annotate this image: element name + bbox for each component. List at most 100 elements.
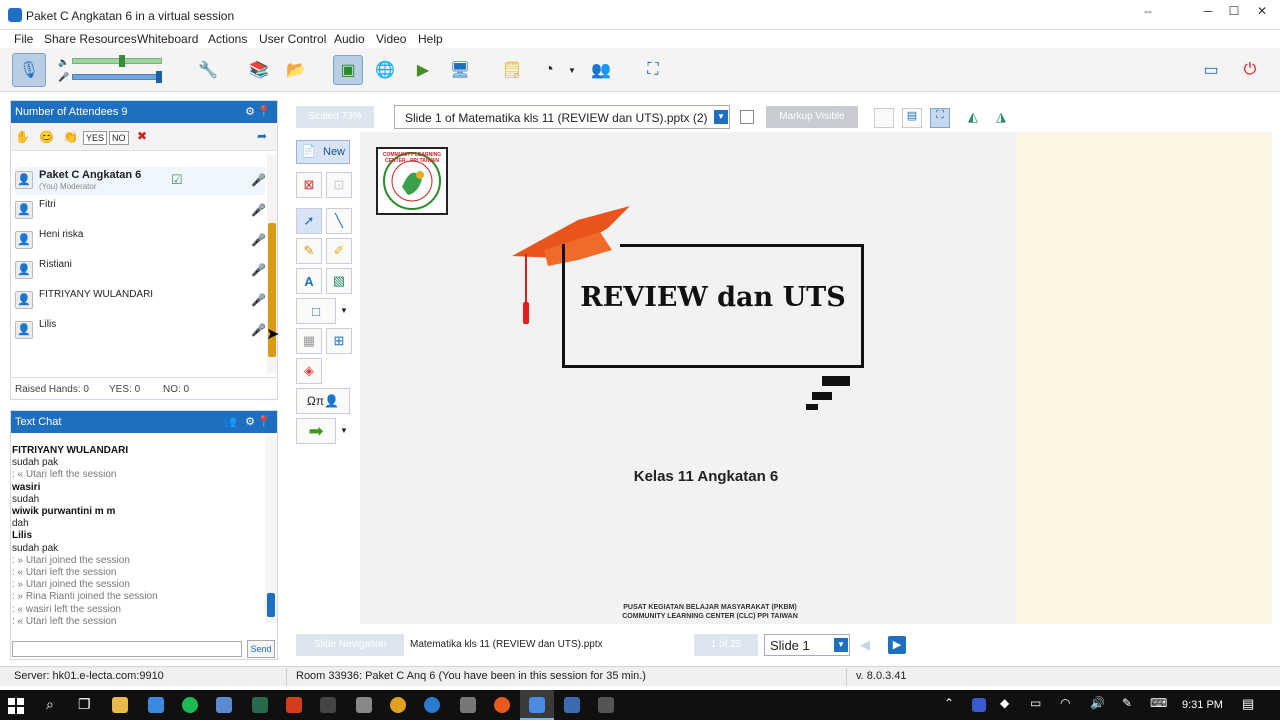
grid-icon[interactable]: ▦: [296, 328, 322, 354]
pencil-icon[interactable]: ✎: [296, 238, 322, 264]
slide-select[interactable]: Slide 1 of Matematika kls 11 (REVIEW dan…: [394, 105, 730, 129]
firefox-icon[interactable]: [494, 697, 510, 713]
maximize-button[interactable]: ☐: [1220, 0, 1248, 22]
app-icon[interactable]: [252, 697, 268, 713]
mic-volume-thumb[interactable]: [156, 71, 162, 83]
windows-start-icon[interactable]: [8, 698, 24, 714]
volume-icon[interactable]: 🔊: [1090, 696, 1105, 710]
tray-app-icon[interactable]: [972, 698, 986, 712]
app-icon[interactable]: [286, 697, 302, 713]
microphone-icon[interactable]: 🎤: [251, 233, 266, 247]
attendee-row[interactable]: 👤 Heni riska 🎤: [15, 227, 266, 255]
app-icon[interactable]: [320, 697, 336, 713]
chat-input[interactable]: [12, 641, 242, 657]
video-camera-icon[interactable]: ▶: [408, 55, 438, 85]
microphone-icon[interactable]: 🎤: [251, 323, 266, 337]
pointer-icon[interactable]: ➚: [296, 208, 322, 234]
clear-status-icon[interactable]: ✖: [137, 129, 147, 143]
fullscreen-icon[interactable]: ⛶: [638, 55, 668, 85]
no-button[interactable]: NO: [109, 131, 129, 145]
app-icon[interactable]: [356, 697, 372, 713]
minimize-button[interactable]: ─: [1194, 0, 1222, 22]
notification-icon[interactable]: ▤: [1242, 696, 1254, 712]
wifi-icon[interactable]: ◠: [1060, 696, 1070, 710]
microphone-icon[interactable]: 🎤: [251, 293, 266, 307]
highlighter-icon[interactable]: ✐: [326, 238, 352, 264]
app-icon[interactable]: [460, 697, 476, 713]
chevron-down-icon[interactable]: ▼: [340, 306, 348, 315]
attendee-row[interactable]: 👤 Lilis 🎤: [15, 317, 266, 345]
speaker-volume-slider[interactable]: [72, 58, 162, 64]
keyboard-icon[interactable]: ⌨: [1150, 696, 1167, 710]
next-slide-icon[interactable]: ▶: [888, 636, 906, 654]
menu-user-control[interactable]: User Control: [259, 32, 326, 46]
attendee-row[interactable]: 👤 Paket C Angkatan 6 (You) Moderator ☑ 🎤: [15, 167, 266, 195]
app-icon[interactable]: [148, 697, 164, 713]
poll-chart-icon[interactable]: ◔: [534, 55, 564, 85]
microphone-icon[interactable]: 🎤: [251, 203, 266, 217]
menu-help[interactable]: Help: [418, 32, 443, 46]
arrow-tool-icon[interactable]: ➡: [296, 418, 336, 444]
raise-hand-icon[interactable]: ✋: [15, 130, 30, 144]
eraser-icon[interactable]: ◈: [296, 358, 322, 384]
chrome-icon[interactable]: [390, 697, 406, 713]
previous-slide-icon[interactable]: ◀: [860, 637, 870, 653]
send-button[interactable]: Send: [247, 640, 275, 658]
clock[interactable]: 9:31 PM: [1182, 699, 1223, 711]
yes-button[interactable]: YES: [83, 131, 108, 145]
share-arrow-icon[interactable]: ➦: [257, 129, 267, 143]
rotate-right-icon[interactable]: ◮: [996, 109, 1006, 125]
e-lecta-icon[interactable]: [529, 697, 545, 713]
pen-icon[interactable]: ✎: [1122, 696, 1132, 710]
applause-icon[interactable]: 👏: [63, 130, 78, 144]
menu-file[interactable]: File: [14, 32, 33, 46]
search-icon[interactable]: ⌕: [46, 696, 54, 713]
markup-visible-button[interactable]: Markup Visible: [766, 106, 858, 128]
math-equation-button[interactable]: Ωπ 👤: [296, 388, 350, 414]
microphone-icon[interactable]: 🎙: [12, 53, 46, 87]
close-button[interactable]: ✕: [1248, 0, 1276, 22]
app-icon[interactable]: [216, 697, 232, 713]
menu-actions[interactable]: Actions: [208, 32, 247, 46]
image-icon[interactable]: ▧: [326, 268, 352, 294]
menu-video[interactable]: Video: [376, 32, 406, 46]
chevron-up-icon[interactable]: ⌃: [944, 696, 954, 710]
smiley-icon[interactable]: 😊: [39, 130, 54, 144]
breakout-users-icon[interactable]: 👥: [586, 55, 616, 85]
settings-wrench-icon[interactable]: 🔧: [193, 55, 223, 85]
attendee-row[interactable]: 👤 Fitri 🎤: [15, 197, 266, 225]
chevron-down-icon[interactable]: ▼: [568, 66, 576, 75]
pin-icon[interactable]: 📍: [257, 105, 271, 118]
fit-width-icon[interactable]: [874, 108, 894, 128]
spotify-icon[interactable]: [182, 697, 198, 713]
microphone-icon[interactable]: 🎤: [251, 263, 266, 277]
checkbox[interactable]: [740, 110, 754, 124]
attendee-row[interactable]: 👤 FITRIYANY WULANDARI 🎤: [15, 287, 266, 315]
mic-volume-slider[interactable]: [72, 74, 162, 80]
layout-icon[interactable]: ▭: [1196, 55, 1226, 85]
web-browser-icon[interactable]: 🌐: [370, 55, 400, 85]
folder-icon[interactable]: 📂: [281, 55, 311, 85]
fit-all-icon[interactable]: ⛶: [930, 108, 950, 128]
file-explorer-icon[interactable]: [112, 697, 128, 713]
menu-audio[interactable]: Audio: [334, 32, 365, 46]
delete-page-icon[interactable]: ⊠: [296, 172, 322, 198]
gear-icon[interactable]: ⚙: [245, 105, 255, 118]
chevron-down-icon[interactable]: ▼: [714, 110, 728, 124]
line-tool-icon[interactable]: ╲: [326, 208, 352, 234]
chevron-down-icon[interactable]: ▼: [834, 638, 848, 652]
menu-whiteboard[interactable]: Whiteboard: [137, 32, 198, 46]
battery-icon[interactable]: ▭: [1030, 696, 1041, 710]
chat-scrollbar[interactable]: [265, 437, 277, 623]
delete-selection-icon[interactable]: ⊡: [326, 172, 352, 198]
power-exit-icon[interactable]: ⏻: [1235, 55, 1265, 85]
resize-icon[interactable]: ⇔: [1134, 0, 1162, 22]
whiteboard-icon[interactable]: ▣: [333, 55, 363, 85]
notes-icon[interactable]: 🗒: [497, 55, 527, 85]
task-view-icon[interactable]: ❐: [78, 696, 91, 713]
rotate-left-icon[interactable]: ◭: [968, 109, 978, 125]
menu-share-resources[interactable]: Share Resources: [44, 32, 137, 46]
users-icon[interactable]: 👥: [223, 415, 237, 428]
slide-canvas[interactable]: COMMUNITY LEARNING CENTER · PPI TAIWAN R…: [360, 132, 1016, 624]
fit-page-icon[interactable]: ▤: [902, 108, 922, 128]
